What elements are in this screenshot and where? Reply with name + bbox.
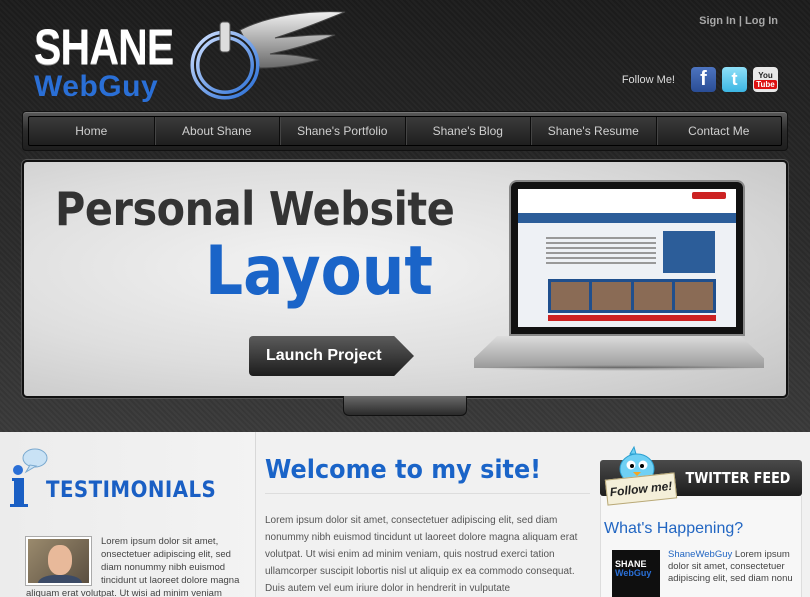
nav-bar: Home About Shane Shane's Portfolio Shane… bbox=[28, 116, 782, 146]
laptop-base bbox=[474, 336, 764, 368]
twitter-feed-title: TWITTER FEED bbox=[685, 469, 790, 487]
welcome-text: Lorem ipsum dolor sit amet, consectetuer… bbox=[265, 515, 578, 594]
preview-sidebar bbox=[663, 231, 715, 273]
banner-tab bbox=[343, 396, 467, 416]
laptop-shadow bbox=[474, 365, 764, 371]
power-wings-icon bbox=[190, 11, 346, 100]
testimonial-text-continued: aliquam erat volutpat. Ut wisi ad minim … bbox=[26, 588, 222, 597]
nav-item-portfolio[interactable]: Shane's Portfolio bbox=[280, 117, 406, 145]
nav-item-about[interactable]: About Shane bbox=[155, 117, 280, 145]
social-links: Follow Me! f t You Tube bbox=[622, 67, 778, 92]
main-nav: Home About Shane Shane's Portfolio Shane… bbox=[22, 111, 788, 151]
tweet: ShaneWebGuy Lorem ipsum dolor sit amet, … bbox=[668, 549, 793, 585]
logo-text-shane: SHANE bbox=[34, 19, 174, 75]
preview-text-lines bbox=[546, 237, 656, 267]
preview-footer bbox=[548, 315, 716, 321]
account-links: Sign In | Log In bbox=[699, 15, 778, 27]
follow-label: Follow Me! bbox=[621, 73, 675, 86]
preview-thumbnails bbox=[548, 279, 716, 313]
banner-title-line1: Personal Website bbox=[55, 182, 455, 236]
twitter-glyph: t bbox=[731, 69, 738, 89]
site-logo[interactable]: SHANE WebGuy bbox=[30, 10, 350, 105]
tweet-avatar-line2: WebGuy bbox=[615, 568, 652, 578]
nav-item-blog[interactable]: Shane's Blog bbox=[406, 117, 531, 145]
facebook-glyph: f bbox=[700, 68, 707, 90]
welcome-title: Welcome to my site! bbox=[265, 455, 542, 485]
log-in-link[interactable]: Log In bbox=[745, 15, 778, 27]
testimonial-text: Lorem ipsum dolor sit amet, onsectetuer … bbox=[101, 536, 240, 586]
sign-in-link[interactable]: Sign In bbox=[699, 15, 736, 27]
youtube-glyph-bottom: Tube bbox=[754, 79, 777, 89]
laptop-screen bbox=[509, 180, 745, 336]
tweet-avatar: SHANE WebGuy bbox=[612, 550, 660, 597]
youtube-glyph-top: You bbox=[758, 70, 773, 80]
divider bbox=[265, 493, 590, 494]
twitter-subheading: What's Happening? bbox=[604, 520, 744, 537]
tweet-username[interactable]: ShaneWebGuy bbox=[668, 549, 732, 560]
nav-item-resume[interactable]: Shane's Resume bbox=[531, 117, 657, 145]
nav-item-contact[interactable]: Contact Me bbox=[657, 117, 782, 145]
banner-title-line2: Layout bbox=[205, 232, 434, 311]
twitter-icon[interactable]: t bbox=[722, 67, 747, 92]
launch-project-button[interactable]: Launch Project bbox=[249, 336, 414, 376]
link-separator: | bbox=[738, 15, 742, 27]
avatar bbox=[26, 537, 91, 585]
preview-nav bbox=[518, 213, 736, 223]
project-preview bbox=[518, 189, 736, 327]
youtube-icon[interactable]: You Tube bbox=[753, 67, 778, 92]
speech-bubble-info-icon bbox=[10, 448, 48, 507]
testimonials-heading: TESTIMONIALS bbox=[46, 478, 217, 503]
facebook-icon[interactable]: f bbox=[691, 67, 716, 92]
logo-text-webguy: WebGuy bbox=[34, 70, 159, 103]
nav-item-home[interactable]: Home bbox=[29, 117, 155, 145]
preview-button bbox=[692, 192, 726, 199]
